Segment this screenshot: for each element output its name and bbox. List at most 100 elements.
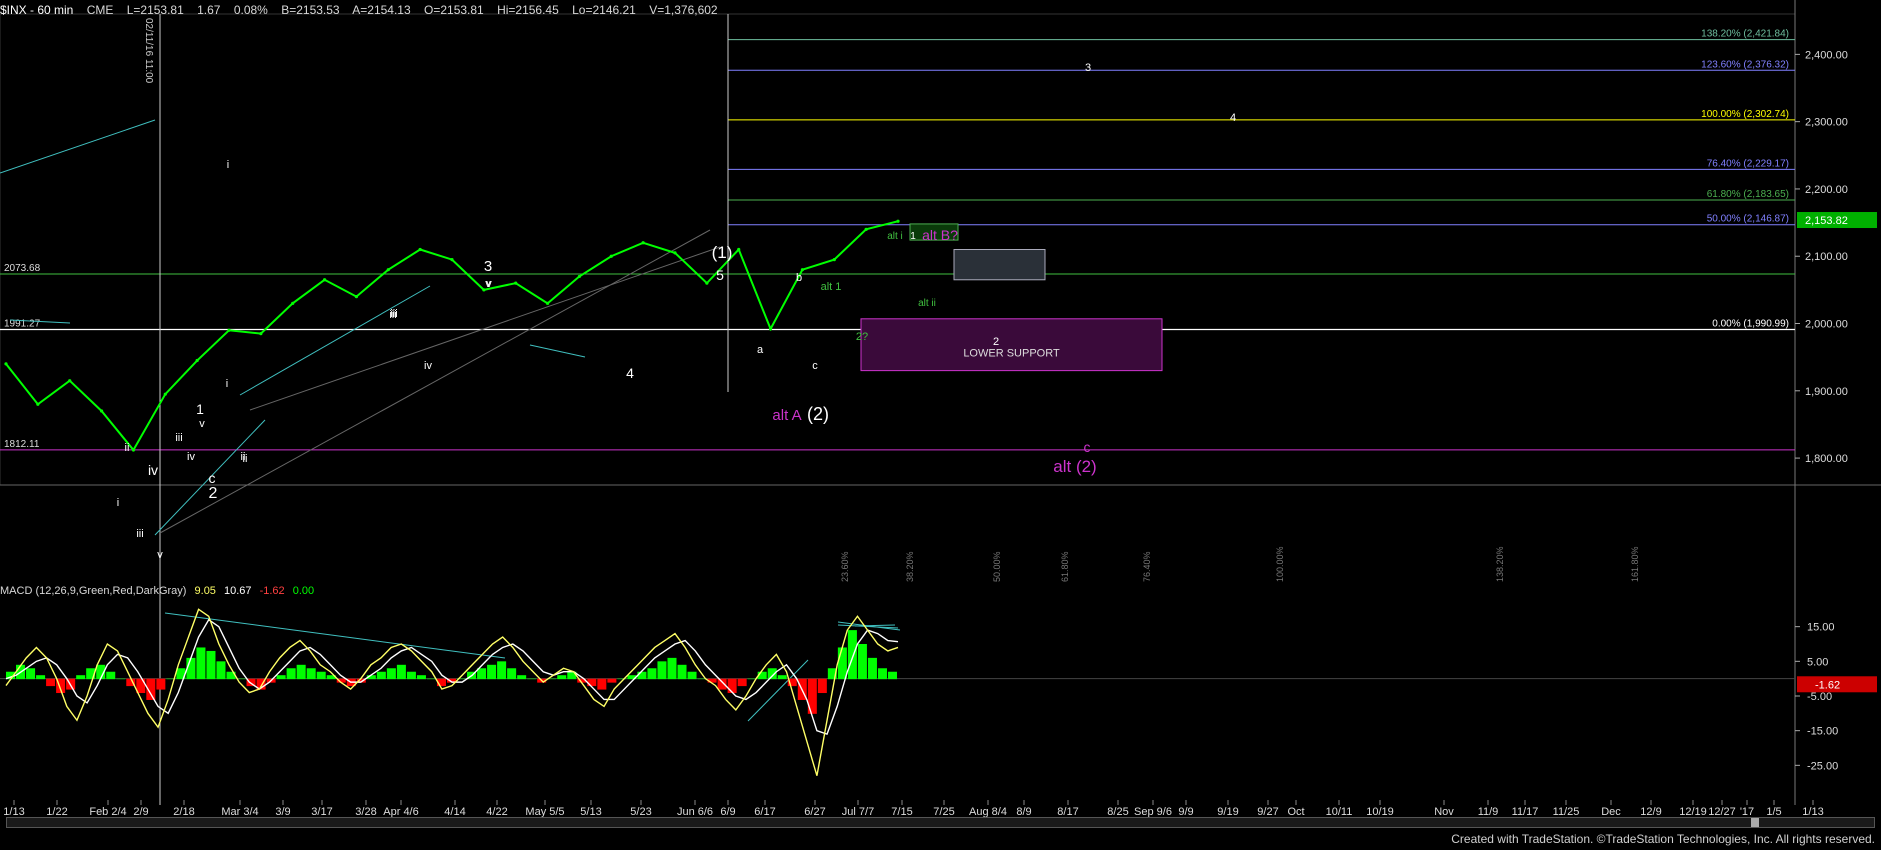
wave-label: i (226, 378, 228, 390)
wave-label: (1) (712, 243, 733, 262)
price-point (36, 402, 40, 406)
macd-histogram-bar (386, 668, 396, 680)
credit-text: Created with TradeStation. ©TradeStation… (1451, 832, 1875, 846)
high: Hi=2156.45 (497, 3, 559, 17)
macd-histogram-bar (396, 664, 406, 680)
wave-label: (2) (807, 404, 829, 424)
wave-label: iv (148, 462, 158, 478)
wave-label: 3 (1085, 62, 1091, 74)
fib-level-label: 76.40% (2,229.17) (1707, 158, 1789, 169)
macd-histogram-bar (687, 671, 697, 680)
macd-histogram-bar (817, 678, 827, 694)
wave-label: 2 (993, 336, 999, 348)
price-axis-label: 2,100.00 (1805, 251, 1848, 263)
price-point (259, 332, 263, 336)
price-point (864, 227, 868, 231)
macd-zero: 0.00 (292, 585, 315, 597)
price-point (68, 379, 72, 383)
macd-histogram-bar (296, 664, 306, 680)
symbol-header: $INX - 60 min CME L=2153.81 1.67 0.08% B… (0, 3, 728, 19)
price-chart[interactable]: 138.20% (2,421.84) 123.60% (2,376.32) 100.… (0, 0, 1881, 850)
wave-label: iii (175, 432, 182, 444)
open: O=2153.81 (424, 3, 484, 17)
macd-value: 9.05 (194, 585, 216, 597)
macd-histogram-bar (316, 671, 326, 680)
wave-label: 2? (856, 331, 868, 343)
price-point (450, 257, 454, 262)
fib-level-label: 138.20% (2,421.84) (1701, 29, 1789, 40)
macd-histogram-bar (727, 678, 737, 694)
macd-histogram-bar (677, 664, 687, 680)
macd-histogram-bar (497, 661, 507, 680)
price-point (227, 328, 231, 332)
price-point (673, 251, 677, 255)
support-level-label: 2073.68 (4, 263, 41, 274)
price-point (577, 274, 582, 279)
ask: A=2154.13 (352, 3, 411, 17)
date-marker-label: 02/11/16 11:00 (143, 18, 154, 84)
wave-label: iv (424, 360, 432, 372)
fib-level-label: 0.00% (1,990.99) (1712, 319, 1789, 330)
time-fib-label: 138.20% (1495, 546, 1505, 582)
fib-level-label: 100.00% (2,302.74) (1701, 109, 1789, 120)
macd-histogram-bar (527, 678, 537, 680)
price-axis-label: 1,800.00 (1805, 453, 1848, 465)
price-point (609, 254, 613, 258)
target-zone-box (953, 249, 1046, 281)
wave-label: c (209, 470, 216, 486)
net-change: 1.67 (197, 3, 221, 17)
price-axis-label: 2,400.00 (1805, 49, 1848, 61)
macd-histogram-bar (406, 671, 416, 680)
price-point (514, 281, 518, 285)
price-axis-label: 1,900.00 (1805, 386, 1848, 398)
support-level-label: 1991.27 (4, 318, 41, 329)
macd-histogram-bar (206, 650, 216, 680)
macd-histogram-bar (196, 647, 206, 680)
pct-change: 0.08% (233, 3, 268, 17)
macd-histogram-bar (877, 668, 887, 680)
price-point (131, 448, 136, 452)
price-point (832, 257, 836, 262)
macd-title: MACD (12,26,9,Green,Red,DarkGray) (0, 585, 187, 597)
wave-label: c (812, 360, 818, 372)
wave-label: ii (125, 442, 130, 454)
price-point (322, 278, 327, 282)
wave-label: alt 1 (821, 281, 842, 293)
price-point (99, 409, 104, 413)
wave-label: c (1084, 439, 1091, 455)
macd-histogram-bar (587, 678, 597, 687)
fib-level-label: 123.60% (2,376.32) (1701, 59, 1789, 70)
wave-label: a (757, 344, 764, 356)
time-fib-label: 23.60% (840, 551, 850, 582)
macd-axis-label: -25.00 (1807, 760, 1838, 772)
macd-histogram-bar (507, 668, 517, 680)
price-point (705, 281, 709, 285)
wave-label: 4 (626, 365, 634, 381)
macd-histogram-bar (216, 661, 226, 680)
price-point (896, 219, 900, 223)
macd-histogram-bar (46, 678, 56, 687)
wave-label: 3 (484, 258, 492, 275)
price-point (195, 358, 199, 363)
time-fib-label: 61.80% (1060, 551, 1070, 582)
wave-label: i (117, 497, 119, 509)
wave-label: alt ii (918, 298, 936, 309)
wave-label: alt i (887, 231, 903, 242)
time-scrollbar[interactable] (6, 817, 1875, 828)
price-point (418, 247, 422, 252)
macd-histogram-bar (286, 668, 296, 680)
wave-label: 1 (196, 401, 204, 417)
wave-label: ii (243, 453, 248, 465)
macd-histogram-bar (737, 678, 747, 687)
macd-histogram-bar (426, 678, 436, 680)
macd-histogram-bar (106, 671, 116, 680)
price-axis-label: 2,000.00 (1805, 319, 1848, 331)
price-point (737, 247, 741, 252)
macd-histogram-bar (607, 678, 617, 683)
scrollbar-thumb[interactable] (1751, 818, 1759, 827)
price-point (641, 241, 645, 245)
macd-histogram-bar (276, 675, 286, 680)
macd-histogram-bar (306, 668, 316, 680)
wave-label: v (486, 278, 492, 290)
volume: V=1,376,602 (649, 3, 718, 17)
